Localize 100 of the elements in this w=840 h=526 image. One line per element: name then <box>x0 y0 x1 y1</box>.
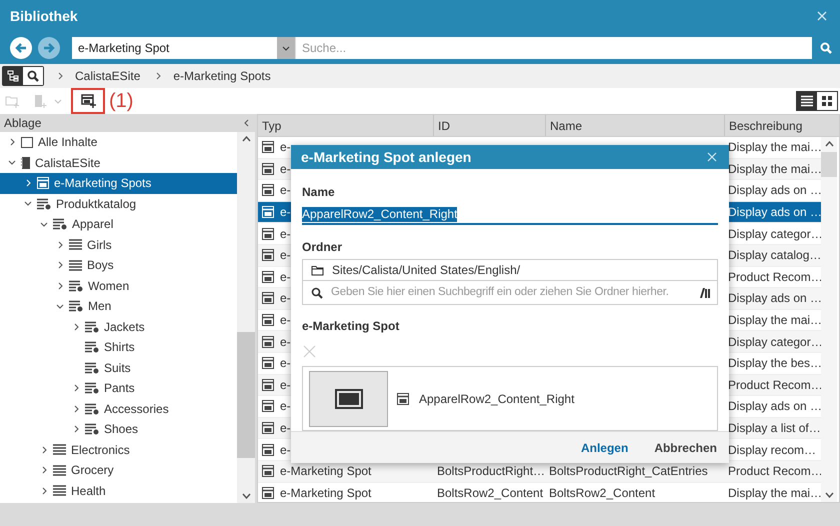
table-cell: BoltsProductRight_CatEntries <box>549 464 708 478</box>
tree-item[interactable]: Shirts <box>0 337 237 358</box>
column-header[interactable]: Typ <box>258 115 434 136</box>
scrollbar-thumb[interactable] <box>821 152 837 177</box>
spot-name: ApparelRow2_Content_Right <box>419 390 574 408</box>
tree-item[interactable]: Women <box>0 276 237 296</box>
table-cell-text: e- <box>280 334 291 351</box>
table-cell-text: e- <box>280 398 291 416</box>
chevron-right-icon[interactable] <box>58 261 62 270</box>
list-icon <box>53 485 66 496</box>
search-icon <box>27 70 39 82</box>
table-cell-text: e-Marketing Spot <box>280 463 372 480</box>
tree-item[interactable]: Produktkatalog <box>0 194 237 214</box>
create-button[interactable]: Anlegen <box>574 434 634 461</box>
layout-icon <box>262 141 274 154</box>
annotation-label: (1) <box>109 91 134 111</box>
scrollbar[interactable] <box>237 132 255 503</box>
spot-card[interactable]: ApparelRow2_Content_Right <box>302 366 718 432</box>
chevron-right-icon[interactable] <box>42 466 46 474</box>
search-view-button[interactable] <box>23 67 43 85</box>
chevron-down-icon[interactable] <box>56 304 64 309</box>
tree-item[interactable]: Apparel <box>0 214 237 234</box>
tree-item[interactable]: Alle Inhalte <box>0 132 237 152</box>
type-dropdown[interactable]: e-Marketing Spot <box>72 37 295 59</box>
table-cell-text: e- <box>280 268 291 286</box>
tree-item[interactable]: Health <box>0 480 237 501</box>
table-cell: Display the mai… <box>728 140 821 154</box>
layout-icon <box>262 292 274 304</box>
chevron-down-icon <box>282 46 290 50</box>
tree-item[interactable]: e-Marketing Spots <box>0 173 237 194</box>
table-cell-text: e- <box>280 420 291 438</box>
folder-icon <box>21 136 33 148</box>
layout-icon <box>262 184 274 196</box>
catalog-list-icon <box>85 320 99 333</box>
layout-icon <box>262 444 274 456</box>
chevron-right-icon[interactable] <box>10 138 14 146</box>
chevron-right-icon[interactable] <box>74 425 78 434</box>
breadcrumb-item[interactable]: CalistaESite <box>75 67 140 85</box>
table-cell: Display ads on … <box>728 183 821 198</box>
tree-item[interactable]: Electronics <box>0 440 237 460</box>
column-header[interactable]: Name <box>546 115 725 136</box>
chevron-up-icon <box>242 136 250 142</box>
column-header[interactable]: ID <box>434 115 546 136</box>
dropdown-value: e-Marketing Spot <box>77 40 170 57</box>
chevron-right-icon[interactable] <box>42 486 46 495</box>
layout-plus-icon <box>80 94 96 108</box>
search-field[interactable]: Suche... <box>295 37 812 59</box>
tree-item[interactable]: Grocery <box>0 460 237 480</box>
table-row[interactable]: e-Marketing Spot BoltsRow2_Content BoltsRow2_Content Display the mai… <box>258 482 821 502</box>
chevron-right-icon <box>156 72 162 80</box>
tree-item[interactable]: Accessories <box>0 398 237 419</box>
chevron-down-icon[interactable] <box>40 222 48 227</box>
tree-item[interactable]: CalistaESite <box>0 152 237 173</box>
close-icon <box>817 11 827 21</box>
table-cell-text: e- <box>280 204 291 222</box>
chevron-down-icon[interactable] <box>8 160 16 166</box>
list-view-button[interactable] <box>797 92 817 110</box>
table-cell-text: e- <box>280 247 291 264</box>
dropdown-toggle[interactable] <box>277 37 295 59</box>
table-cell: BoltsRow2_Content <box>437 486 544 500</box>
window-title: Bibliothek <box>10 6 78 26</box>
scrollbar-thumb[interactable] <box>237 332 255 458</box>
cancel-button[interactable]: Abbrechen <box>648 434 723 461</box>
layout-icon <box>262 249 274 262</box>
folder-path[interactable]: Sites/Calista/United States/English/ <box>332 261 520 280</box>
chevron-right-icon <box>58 72 63 80</box>
table-cell: Display the mai… <box>728 486 821 500</box>
catalog-list-icon <box>37 198 51 210</box>
back-button[interactable] <box>10 37 32 59</box>
tree-item[interactable]: Shoes <box>0 419 237 440</box>
tree-item[interactable]: Boys <box>0 255 237 276</box>
list-icon <box>53 464 66 476</box>
table-cell-text: e- <box>280 442 291 459</box>
chevron-right-icon[interactable] <box>58 240 62 249</box>
chevron-down-icon <box>54 98 62 104</box>
column-header[interactable]: Beschreibung <box>725 115 821 136</box>
catalog-list-icon <box>85 362 99 374</box>
name-field[interactable]: ApparelRow2_Content_Right <box>302 205 718 226</box>
chevron-right-icon[interactable] <box>74 384 78 392</box>
tree-view-button[interactable] <box>3 67 23 85</box>
new-spot-button[interactable] <box>71 88 105 114</box>
tree-item[interactable]: Men <box>0 296 237 316</box>
layout-icon <box>262 314 274 326</box>
tree-item[interactable]: Girls <box>0 234 237 255</box>
chevron-right-icon[interactable] <box>74 322 78 331</box>
chevron-right-icon[interactable] <box>74 404 78 413</box>
tree-item[interactable]: Jackets <box>0 316 237 337</box>
table-cell: BoltsRow2_Content <box>549 486 656 500</box>
chevron-down-icon[interactable] <box>24 201 32 206</box>
tree-item[interactable]: Suits <box>0 358 237 378</box>
table-cell-text: e- <box>280 160 291 178</box>
close-icon <box>302 344 316 358</box>
chevron-right-icon[interactable] <box>58 282 62 290</box>
chevron-right-icon[interactable] <box>42 446 46 454</box>
catalog-list-icon <box>85 402 99 415</box>
breadcrumb-item[interactable]: e-Marketing Spots <box>173 67 271 85</box>
tree-item[interactable]: Pants <box>0 378 237 398</box>
scrollbar[interactable] <box>821 137 837 502</box>
table-cell-text: e- <box>280 312 291 330</box>
table-cell: Display the mai… <box>728 313 821 328</box>
